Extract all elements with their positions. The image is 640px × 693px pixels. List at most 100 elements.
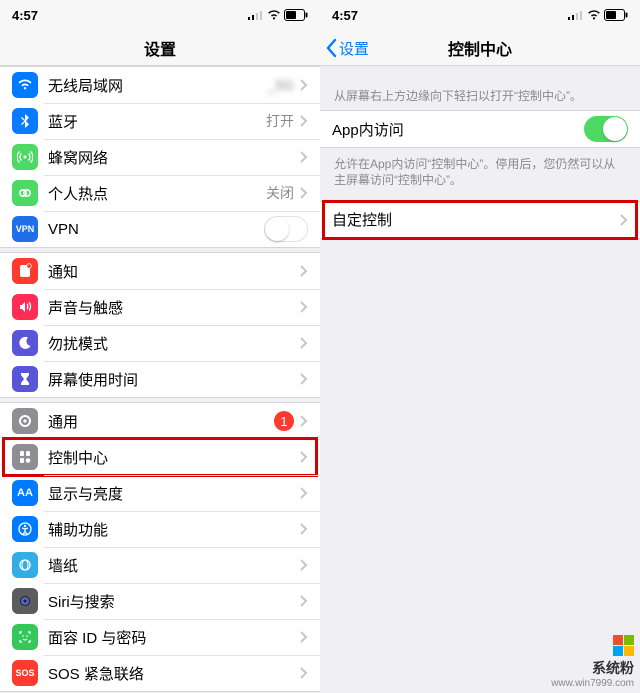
wifi-icon [587, 10, 601, 20]
chevron-right-icon [300, 451, 308, 463]
row-dnd[interactable]: 勿扰模式 [0, 325, 320, 361]
nav-bar: 设置 控制中心 [320, 30, 640, 66]
watermark: 系统粉 www.win7999.com [551, 632, 634, 689]
chevron-right-icon [300, 301, 308, 313]
battery-icon [284, 9, 308, 21]
siri-icon [12, 588, 38, 614]
settings-group-notifications: 通知 声音与触感 勿扰模式 屏幕使用时间 [0, 252, 320, 398]
row-label: 辅助功能 [48, 519, 108, 540]
badge: 1 [274, 411, 294, 431]
group-custom: 自定控制 [320, 201, 640, 239]
row-label: SOS 紧急联络 [48, 663, 144, 684]
status-time: 4:57 [332, 8, 358, 23]
row-label: 声音与触感 [48, 297, 123, 318]
row-cellular[interactable]: 蜂窝网络 [0, 139, 320, 175]
chevron-right-icon [300, 79, 308, 91]
chevron-left-icon [326, 39, 337, 57]
row-sounds[interactable]: 声音与触感 [0, 289, 320, 325]
row-faceid[interactable]: 面容 ID 与密码 [0, 619, 320, 655]
inapp-toggle[interactable] [584, 116, 628, 142]
row-notifications[interactable]: 通知 [0, 253, 320, 289]
chevron-right-icon [300, 151, 308, 163]
watermark-logo-icon [612, 634, 634, 656]
sounds-icon [12, 294, 38, 320]
chevron-right-icon [300, 115, 308, 127]
row-sos[interactable]: SOS SOS 紧急联络 [0, 655, 320, 691]
status-indicators [568, 9, 628, 21]
chevron-right-icon [620, 214, 628, 226]
nav-bar: 设置 [0, 30, 320, 66]
hourglass-icon [12, 366, 38, 392]
nav-title: 设置 [144, 36, 176, 60]
row-label: 控制中心 [48, 447, 108, 468]
bluetooth-icon [12, 108, 38, 134]
chevron-right-icon [300, 265, 308, 277]
settings-root-screen: 4:57 设置 无线局域网 _5G 蓝牙 打开 [0, 0, 320, 693]
row-accessibility[interactable]: 辅助功能 [0, 511, 320, 547]
wallpaper-icon [12, 552, 38, 578]
hotspot-icon [12, 180, 38, 206]
chevron-right-icon [300, 487, 308, 499]
row-label: 个人热点 [48, 183, 108, 204]
vpn-icon: VPN [12, 216, 38, 242]
chevron-right-icon [300, 187, 308, 199]
row-value: 打开 [266, 111, 294, 131]
status-indicators [248, 9, 308, 21]
row-label: 通用 [48, 411, 78, 432]
row-inapp-access[interactable]: App内访问 [320, 111, 640, 147]
chevron-right-icon [300, 595, 308, 607]
signal-icon [248, 10, 264, 20]
row-wifi[interactable]: 无线局域网 _5G [0, 67, 320, 103]
control-center-screen: 4:57 设置 控制中心 从屏幕右上方边缘向下轻扫以打开“控制中心”。 App内… [320, 0, 640, 693]
status-time: 4:57 [12, 8, 38, 23]
back-label: 设置 [339, 38, 369, 59]
faceid-icon [12, 624, 38, 650]
display-icon: AA [12, 480, 38, 506]
row-label: 面容 ID 与密码 [48, 627, 146, 648]
row-label: 蜂窝网络 [48, 147, 108, 168]
row-control-center[interactable]: 控制中心 [0, 439, 320, 475]
watermark-brand: 系统粉 [551, 658, 634, 678]
nav-title: 控制中心 [448, 36, 512, 60]
row-general[interactable]: 通用 1 [0, 403, 320, 439]
cellular-icon [12, 144, 38, 170]
row-screentime[interactable]: 屏幕使用时间 [0, 361, 320, 397]
section-hint: 从屏幕右上方边缘向下轻扫以打开“控制中心”。 [320, 66, 640, 110]
settings-group-general: 通用 1 控制中心 AA 显示与亮度 辅助功能 [0, 402, 320, 692]
chevron-right-icon [300, 631, 308, 643]
chevron-right-icon [300, 667, 308, 679]
row-label: 无线局域网 [48, 75, 123, 96]
status-bar: 4:57 [320, 0, 640, 30]
inapp-description: 允许在App内访问“控制中心”。停用后，您仍然可以从主屏幕访问“控制中心”。 [320, 152, 640, 194]
row-label: VPN [48, 221, 79, 238]
back-button[interactable]: 设置 [326, 30, 369, 66]
row-label: Siri与搜索 [48, 591, 115, 612]
row-wallpaper[interactable]: 墙纸 [0, 547, 320, 583]
row-siri[interactable]: Siri与搜索 [0, 583, 320, 619]
row-label: 显示与亮度 [48, 483, 123, 504]
row-value: _5G [268, 77, 294, 93]
chevron-right-icon [300, 523, 308, 535]
vpn-toggle[interactable] [264, 216, 308, 242]
moon-icon [12, 330, 38, 356]
chevron-right-icon [300, 559, 308, 571]
row-customize-controls[interactable]: 自定控制 [320, 202, 640, 238]
row-label: 通知 [48, 261, 78, 282]
signal-icon [568, 10, 584, 20]
status-bar: 4:57 [0, 0, 320, 30]
row-vpn[interactable]: VPN VPN [0, 211, 320, 247]
row-label: App内访问 [332, 119, 404, 140]
watermark-url: www.win7999.com [551, 678, 634, 689]
row-label: 自定控制 [332, 209, 392, 230]
row-label: 蓝牙 [48, 111, 78, 132]
group-inapp: App内访问 [320, 110, 640, 148]
row-bluetooth[interactable]: 蓝牙 打开 [0, 103, 320, 139]
sos-icon: SOS [12, 660, 38, 686]
row-hotspot[interactable]: 个人热点 关闭 [0, 175, 320, 211]
chevron-right-icon [300, 373, 308, 385]
control-center-icon [12, 444, 38, 470]
chevron-right-icon [300, 337, 308, 349]
gear-icon [12, 408, 38, 434]
notifications-icon [12, 258, 38, 284]
row-display[interactable]: AA 显示与亮度 [0, 475, 320, 511]
